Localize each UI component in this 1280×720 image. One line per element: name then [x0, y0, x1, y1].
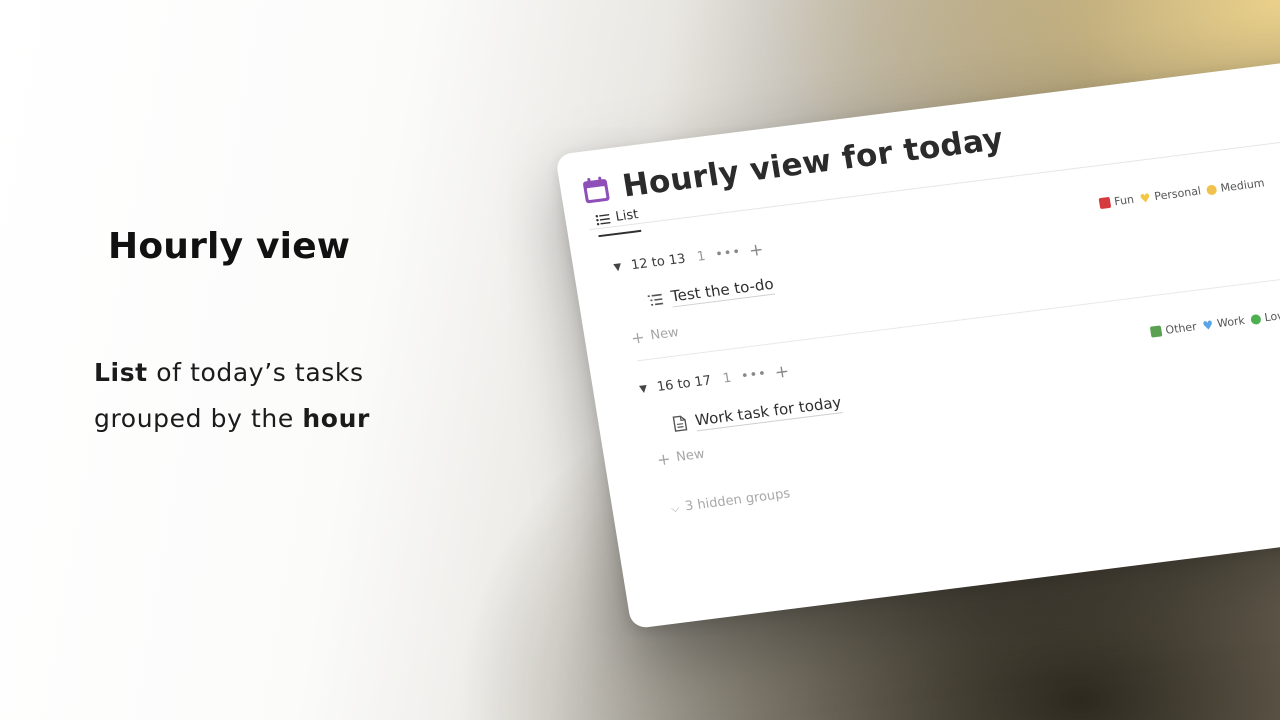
legend-label: Work [1216, 313, 1246, 331]
legend-label: Medium [1219, 176, 1266, 195]
heart-icon: ♥ [1138, 190, 1152, 206]
hero-desc-bold-hour: hour [302, 404, 370, 433]
group-label: 12 to 13 [630, 251, 687, 274]
new-label: New [675, 446, 706, 466]
legend-label: Low [1263, 308, 1280, 325]
hidden-groups-label: 3 hidden groups [684, 486, 792, 515]
group-divider [636, 253, 1280, 362]
plus-icon: + [629, 326, 647, 348]
legend-label: Other [1164, 320, 1198, 337]
legend-square-icon [1149, 325, 1163, 338]
group-count: 1 [696, 249, 707, 265]
view-tab-label: List [614, 207, 640, 225]
more-options-icon[interactable]: ••• [740, 366, 768, 384]
item-title[interactable]: Work task for today [693, 393, 843, 432]
hero-desc-text-2: grouped by the [94, 404, 303, 433]
page-header: Hourly view for today [580, 121, 1006, 210]
hero-desc-bold-list: List [94, 358, 148, 387]
group-header-12-13[interactable]: ▼ 12 to 13 1 ••• + [613, 239, 765, 276]
chevron-down-icon: ⌵ [669, 500, 681, 515]
add-icon[interactable]: + [748, 239, 765, 261]
list-item[interactable]: Test the to-do [646, 274, 776, 311]
group-label: 16 to 17 [655, 373, 713, 395]
new-label: New [649, 324, 680, 344]
hero-title: Hourly view [108, 226, 351, 267]
more-options-icon[interactable]: ••• [714, 245, 742, 263]
calendar-icon [583, 176, 610, 204]
new-item-button[interactable]: + New [655, 446, 706, 470]
list-icon [595, 213, 611, 225]
list-item[interactable]: Work task for today [670, 393, 843, 434]
hero-description: List of today’s tasks grouped by the hou… [94, 350, 370, 442]
legend-square-icon [1098, 196, 1112, 210]
checklist-icon [647, 293, 664, 306]
hero-desc-line-1: List of today’s tasks [94, 350, 370, 396]
hero-desc-text-1: of today’s tasks [147, 358, 364, 387]
legend-label: Fun [1113, 192, 1135, 209]
group-legend-1: Fun ♥ Personal Medium [1098, 176, 1265, 210]
legend-dot-icon [1206, 183, 1218, 196]
plus-icon: + [655, 448, 672, 470]
legend-dot-icon [1249, 313, 1262, 325]
page-title: Hourly view for today [620, 120, 1006, 205]
notion-page-card: Hourly view for today List ▼ 12 to 13 1 … [555, 42, 1280, 630]
group-header-16-17[interactable]: ▼ 16 to 17 1 ••• + [638, 361, 791, 397]
collapse-caret-icon[interactable]: ▼ [639, 383, 648, 395]
group-legend-2: Other ♥ Work Low [1149, 308, 1280, 339]
legend-label: Personal [1153, 184, 1202, 204]
heart-icon: ♥ [1201, 317, 1215, 333]
hero-desc-line-2: grouped by the hour [94, 396, 370, 442]
collapse-caret-icon[interactable]: ▼ [613, 262, 622, 274]
add-icon[interactable]: + [773, 361, 790, 383]
item-title[interactable]: Test the to-do [669, 274, 776, 308]
document-icon [672, 415, 688, 432]
new-item-button[interactable]: + New [629, 324, 680, 348]
group-count: 1 [721, 370, 733, 387]
hidden-groups-toggle[interactable]: ⌵ 3 hidden groups [670, 486, 791, 516]
view-tab-list[interactable]: List [594, 207, 642, 238]
